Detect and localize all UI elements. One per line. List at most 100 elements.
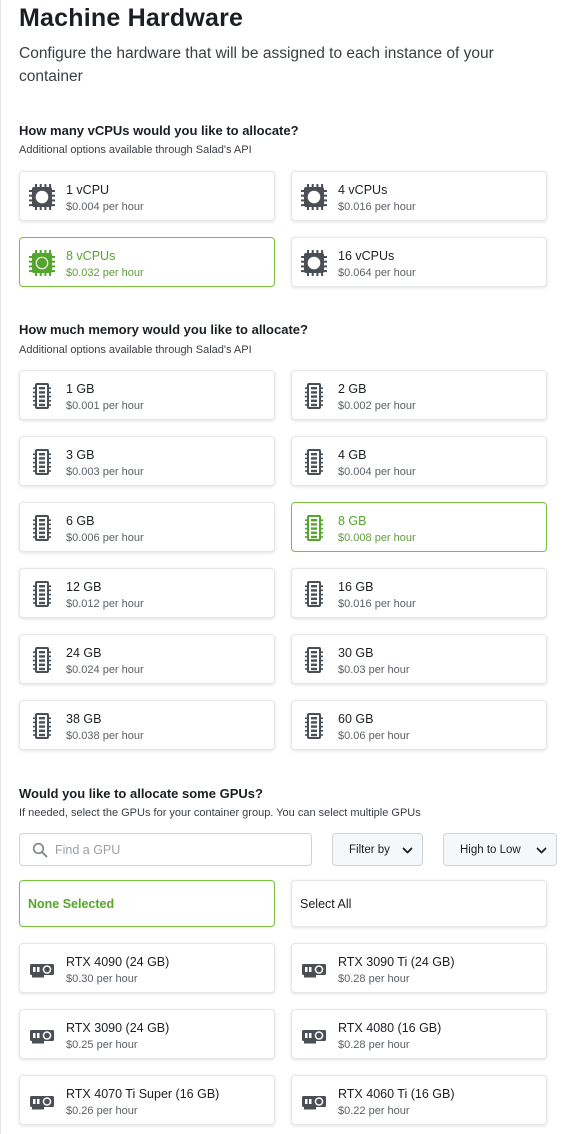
gpu-card-icon (30, 964, 54, 978)
memory-option-price: $0.012 per hour (66, 598, 144, 610)
sort-order-label: High to Low (460, 844, 521, 856)
memory-option-price: $0.06 per hour (338, 730, 410, 742)
memory-module-icon (33, 383, 51, 409)
memory-option-label: 38 GB (66, 712, 102, 726)
memory-module-icon (33, 515, 51, 541)
vcpu-option-4[interactable]: 4 vCPUs $0.016 per hour (291, 171, 547, 221)
memory-option-3gb[interactable]: 3 GB $0.003 per hour (19, 436, 275, 486)
memory-option-label: 8 GB (338, 514, 367, 528)
memory-option-4gb[interactable]: 4 GB $0.004 per hour (291, 436, 547, 486)
memory-option-label: 1 GB (66, 382, 95, 396)
gpu-note: If needed, select the GPUs for your cont… (19, 807, 421, 819)
memory-module-icon (305, 515, 323, 541)
vcpu-option-16[interactable]: 16 vCPUs $0.064 per hour (291, 237, 547, 287)
memory-option-price: $0.008 per hour (338, 532, 416, 544)
chevron-down-icon (536, 847, 547, 854)
gpu-option-rtx-4090[interactable]: RTX 4090 (24 GB) $0.30 per hour (19, 943, 275, 993)
gpu-option-rtx-4060-ti[interactable]: RTX 4060 Ti (16 GB) $0.22 per hour (291, 1075, 547, 1125)
vcpu-option-8[interactable]: 8 vCPUs $0.032 per hour (19, 237, 275, 287)
memory-option-60gb[interactable]: 60 GB $0.06 per hour (291, 700, 547, 750)
memory-module-icon (305, 383, 323, 409)
gpu-card-icon (30, 1030, 54, 1044)
memory-module-icon (33, 713, 51, 739)
memory-option-38gb[interactable]: 38 GB $0.038 per hour (19, 700, 275, 750)
memory-note: Additional options available through Sal… (19, 344, 252, 356)
memory-option-24gb[interactable]: 24 GB $0.024 per hour (19, 634, 275, 684)
memory-option-price: $0.038 per hour (66, 730, 144, 742)
memory-option-1gb[interactable]: 1 GB $0.001 per hour (19, 370, 275, 420)
gpu-option-label: RTX 4080 (16 GB) (338, 1021, 442, 1035)
gpu-option-label: RTX 3090 Ti (24 GB) (338, 955, 455, 969)
vcpu-question: How many vCPUs would you like to allocat… (19, 123, 299, 138)
memory-option-price: $0.006 per hour (66, 532, 144, 544)
vcpu-option-price: $0.004 per hour (66, 201, 144, 213)
gpu-option-price: $0.26 per hour (66, 1105, 138, 1117)
cpu-chip-icon (29, 184, 55, 210)
gpu-option-label: RTX 4070 Ti Super (16 GB) (66, 1087, 220, 1101)
gpu-option-price: $0.28 per hour (338, 973, 410, 985)
gpu-option-price: $0.28 per hour (338, 1039, 410, 1051)
memory-module-icon (305, 581, 323, 607)
cpu-chip-icon (29, 250, 55, 276)
memory-module-icon (305, 713, 323, 739)
filter-by-select[interactable]: Filter by (332, 833, 423, 866)
vcpu-option-label: 8 vCPUs (66, 249, 116, 263)
memory-question: How much memory would you like to alloca… (19, 322, 308, 337)
search-icon (32, 842, 48, 858)
memory-option-price: $0.016 per hour (338, 598, 416, 610)
vcpu-note: Additional options available through Sal… (19, 144, 252, 156)
memory-option-6gb[interactable]: 6 GB $0.006 per hour (19, 502, 275, 552)
memory-option-label: 3 GB (66, 448, 95, 462)
gpu-option-rtx-3090[interactable]: RTX 3090 (24 GB) $0.25 per hour (19, 1009, 275, 1059)
page-subtitle: Configure the hardware that will be assi… (19, 45, 494, 85)
memory-module-icon (305, 449, 323, 475)
gpu-card-icon (302, 964, 326, 978)
none-selected-button[interactable]: None Selected (19, 880, 275, 927)
page-left-border (0, 0, 1, 1134)
gpu-option-label: RTX 4090 (24 GB) (66, 955, 170, 969)
chevron-down-icon (402, 847, 413, 854)
gpu-option-price: $0.30 per hour (66, 973, 138, 985)
gpu-search-box (19, 833, 312, 866)
select-all-label: Select All (300, 897, 352, 911)
vcpu-option-price: $0.064 per hour (338, 267, 416, 279)
cpu-chip-icon (301, 250, 327, 276)
vcpu-option-price: $0.032 per hour (66, 267, 144, 279)
cpu-chip-icon (301, 184, 327, 210)
memory-option-price: $0.03 per hour (338, 664, 410, 676)
gpu-card-icon (302, 1096, 326, 1110)
none-selected-label: None Selected (28, 897, 115, 911)
memory-option-8gb[interactable]: 8 GB $0.008 per hour (291, 502, 547, 552)
gpu-option-rtx-3090-ti[interactable]: RTX 3090 Ti (24 GB) $0.28 per hour (291, 943, 547, 993)
memory-option-label: 6 GB (66, 514, 95, 528)
memory-option-price: $0.001 per hour (66, 400, 144, 412)
memory-option-label: 2 GB (338, 382, 367, 396)
memory-module-icon (33, 647, 51, 673)
vcpu-option-1[interactable]: 1 vCPU $0.004 per hour (19, 171, 275, 221)
memory-option-label: 60 GB (338, 712, 374, 726)
gpu-option-rtx-4080[interactable]: RTX 4080 (16 GB) $0.28 per hour (291, 1009, 547, 1059)
memory-option-2gb[interactable]: 2 GB $0.002 per hour (291, 370, 547, 420)
memory-option-label: 24 GB (66, 646, 102, 660)
gpu-question: Would you like to allocate some GPUs? (19, 786, 263, 801)
memory-option-price: $0.002 per hour (338, 400, 416, 412)
vcpu-option-label: 16 vCPUs (338, 249, 395, 263)
gpu-option-rtx-4070-ti-super[interactable]: RTX 4070 Ti Super (16 GB) $0.26 per hour (19, 1075, 275, 1125)
filter-by-label: Filter by (349, 844, 390, 856)
memory-option-label: 16 GB (338, 580, 374, 594)
vcpu-option-label: 1 vCPU (66, 183, 110, 197)
memory-module-icon (33, 449, 51, 475)
memory-option-label: 4 GB (338, 448, 367, 462)
gpu-search-input[interactable] (55, 839, 295, 861)
memory-option-price: $0.004 per hour (338, 466, 416, 478)
select-all-button[interactable]: Select All (291, 880, 547, 927)
gpu-card-icon (302, 1030, 326, 1044)
page-title: Machine Hardware (19, 4, 244, 32)
memory-option-16gb[interactable]: 16 GB $0.016 per hour (291, 568, 547, 618)
memory-module-icon (305, 647, 323, 673)
gpu-option-price: $0.22 per hour (338, 1105, 410, 1117)
memory-module-icon (33, 581, 51, 607)
sort-order-select[interactable]: High to Low (443, 833, 557, 866)
memory-option-30gb[interactable]: 30 GB $0.03 per hour (291, 634, 547, 684)
memory-option-12gb[interactable]: 12 GB $0.012 per hour (19, 568, 275, 618)
